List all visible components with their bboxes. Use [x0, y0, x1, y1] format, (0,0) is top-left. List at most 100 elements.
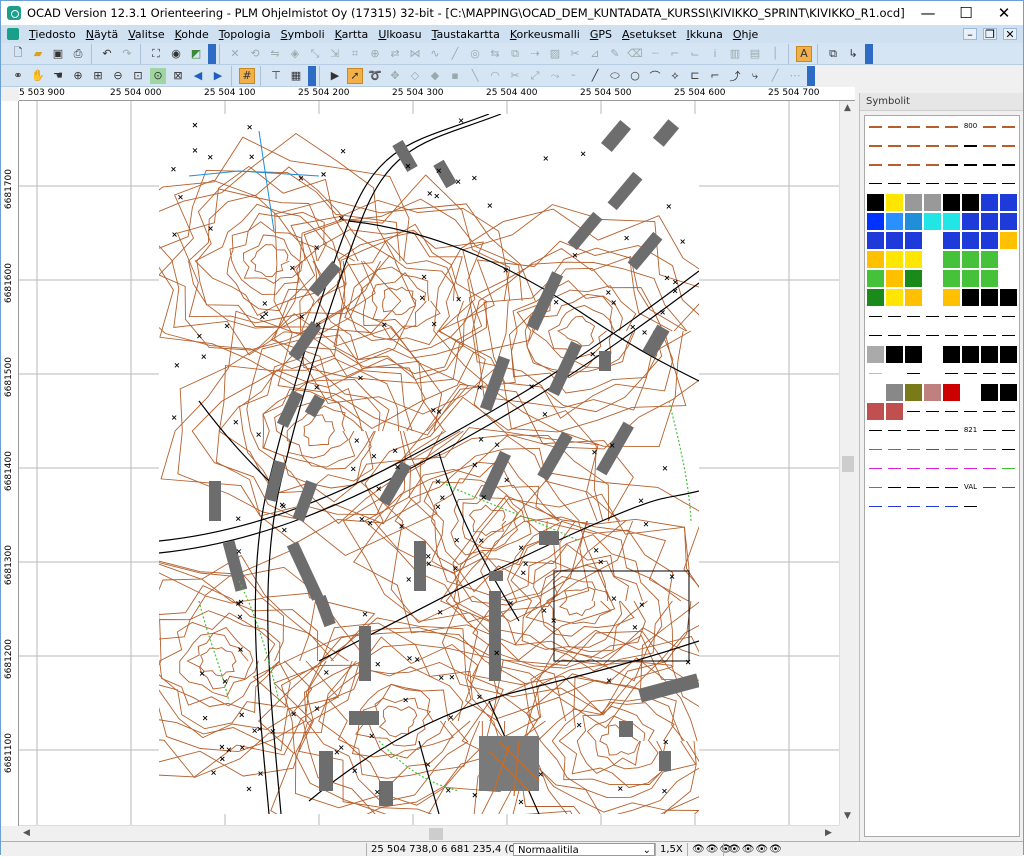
- symbol-swatch[interactable]: [905, 479, 922, 496]
- move-icon[interactable]: ✥: [387, 68, 403, 84]
- zoom-window-icon[interactable]: ⊠: [170, 68, 186, 84]
- symbol-swatch[interactable]: [981, 460, 998, 477]
- corner-icon[interactable]: ⌐: [667, 46, 683, 62]
- menu-ikkuna[interactable]: Ikkuna: [682, 28, 728, 41]
- symbol-swatch[interactable]: [905, 232, 922, 249]
- change-symbol-icon[interactable]: ⇆: [487, 46, 503, 62]
- scroll-up-icon[interactable]: ▲: [844, 103, 851, 113]
- symbol-swatch[interactable]: [981, 346, 998, 363]
- symbol-swatch[interactable]: [962, 194, 979, 211]
- doc-minimize-button[interactable]: –: [963, 28, 977, 41]
- symbol-swatch[interactable]: [943, 384, 960, 401]
- new-file-icon[interactable]: 🗋: [10, 46, 26, 62]
- symbol-swatch[interactable]: [924, 441, 941, 458]
- dashes-icon[interactable]: ┈: [647, 46, 663, 62]
- symbol-swatch[interactable]: [962, 251, 979, 268]
- zoom-selected-icon[interactable]: ⊙: [150, 67, 166, 84]
- symbol-swatch[interactable]: [962, 175, 979, 192]
- scroll-right-icon[interactable]: ▶: [825, 828, 832, 838]
- info-icon[interactable]: ⅰ: [707, 46, 723, 62]
- symbol-swatch[interactable]: [981, 498, 998, 515]
- symbol-swatch[interactable]: [962, 346, 979, 363]
- symbol-swatch[interactable]: [867, 270, 884, 287]
- map-canvas[interactable]: [19, 101, 839, 825]
- scale-icon[interactable]: ⇲: [327, 46, 343, 62]
- crop-icon[interactable]: ⌗: [347, 46, 363, 62]
- measure-line-icon[interactable]: ╱: [767, 68, 783, 84]
- ellipse-tool-icon[interactable]: ⬭: [607, 68, 623, 84]
- node-icon[interactable]: ◇: [407, 68, 423, 84]
- symbol-swatch[interactable]: [886, 270, 903, 287]
- close-button[interactable]: ✕: [985, 1, 1023, 25]
- menu-valitse[interactable]: Valitse: [124, 28, 170, 41]
- menu-ohje[interactable]: Ohje: [729, 28, 764, 41]
- layer-visibility-icons[interactable]: 👁👁👁👁: [723, 843, 783, 856]
- symbol-swatch[interactable]: [943, 346, 960, 363]
- symbol-swatch[interactable]: [867, 327, 884, 344]
- menu-symboli[interactable]: Symboli: [277, 28, 331, 41]
- symbol-swatch[interactable]: [924, 156, 941, 173]
- symbol-swatch[interactable]: [867, 251, 884, 268]
- symbol-swatch[interactable]: [886, 175, 903, 192]
- symbol-swatch[interactable]: [886, 308, 903, 325]
- symbol-swatch[interactable]: [943, 251, 960, 268]
- smooth-icon[interactable]: ∿: [427, 46, 443, 62]
- measure-icon[interactable]: ⊿: [587, 46, 603, 62]
- symbol-swatch[interactable]: [943, 441, 960, 458]
- symbol-swatch[interactable]: [886, 213, 903, 230]
- symbol-swatch[interactable]: [886, 289, 903, 306]
- binoculars-icon[interactable]: ⚭: [10, 68, 26, 84]
- preview-icon[interactable]: ◉: [168, 46, 184, 62]
- dash-icon[interactable]: ╴: [567, 68, 583, 84]
- menu-ulkoasu[interactable]: Ulkoasu: [374, 28, 427, 41]
- symbol-swatch[interactable]: [962, 213, 979, 230]
- graph-icon[interactable]: ▥: [727, 46, 743, 62]
- maximize-button[interactable]: ☐: [947, 1, 985, 25]
- scroll-left-icon[interactable]: ◀: [23, 828, 30, 838]
- edge-icon[interactable]: ⌙: [687, 46, 703, 62]
- symbol-swatch[interactable]: [981, 479, 998, 496]
- symbol-swatch[interactable]: [867, 346, 884, 363]
- symbol-swatch[interactable]: [886, 156, 903, 173]
- symbol-swatch[interactable]: [905, 308, 922, 325]
- symbol-swatch[interactable]: [886, 194, 903, 211]
- split-icon[interactable]: ✂: [567, 46, 583, 62]
- symbol-swatch[interactable]: [867, 460, 884, 477]
- symbol-swatch[interactable]: [905, 346, 922, 363]
- symbol-swatch[interactable]: [962, 365, 979, 382]
- symbol-swatch[interactable]: [905, 289, 922, 306]
- symbol-swatch[interactable]: [1000, 156, 1017, 173]
- symbol-swatch[interactable]: [924, 289, 941, 306]
- symbol-swatch[interactable]: [943, 270, 960, 287]
- symbol-swatch[interactable]: [981, 289, 998, 306]
- symbol-swatch[interactable]: [962, 156, 979, 173]
- symbol-swatch[interactable]: [943, 498, 960, 515]
- symbol-swatch[interactable]: [1000, 137, 1017, 154]
- symbol-swatch[interactable]: [962, 308, 979, 325]
- cut-icon[interactable]: ✕: [227, 46, 243, 62]
- view-mode-icons[interactable]: 👁👁👁: [687, 843, 732, 856]
- zoom-fit-icon[interactable]: ⊞: [90, 68, 106, 84]
- symbol-swatch[interactable]: [867, 365, 884, 382]
- menu-kohde[interactable]: Kohde: [171, 28, 215, 41]
- symbol-swatch[interactable]: [943, 175, 960, 192]
- symbol-swatch[interactable]: [962, 403, 979, 420]
- map-drawing[interactable]: [19, 101, 839, 825]
- menu-taustakartta[interactable]: Taustakartta: [428, 28, 506, 41]
- hatch-icon[interactable]: ▦: [288, 68, 304, 84]
- horizontal-scroll-thumb[interactable]: [429, 828, 443, 840]
- symbol-swatch[interactable]: [905, 498, 922, 515]
- symbol-swatch[interactable]: [1000, 232, 1017, 249]
- menu-kartta[interactable]: Kartta: [331, 28, 375, 41]
- vertical-scroll-thumb[interactable]: [842, 456, 854, 472]
- symbol-swatch[interactable]: [1000, 384, 1017, 401]
- add-node-icon[interactable]: ╲: [467, 68, 483, 84]
- symbol-swatch[interactable]: [905, 441, 922, 458]
- symbol-swatch[interactable]: [867, 308, 884, 325]
- symbol-swatch[interactable]: [943, 479, 960, 496]
- symbol-swatch[interactable]: [981, 308, 998, 325]
- symbol-swatch[interactable]: [867, 479, 884, 496]
- symbol-swatch[interactable]: [924, 384, 941, 401]
- zoom-area-icon[interactable]: ⊡: [130, 68, 146, 84]
- symbol-swatch[interactable]: [905, 460, 922, 477]
